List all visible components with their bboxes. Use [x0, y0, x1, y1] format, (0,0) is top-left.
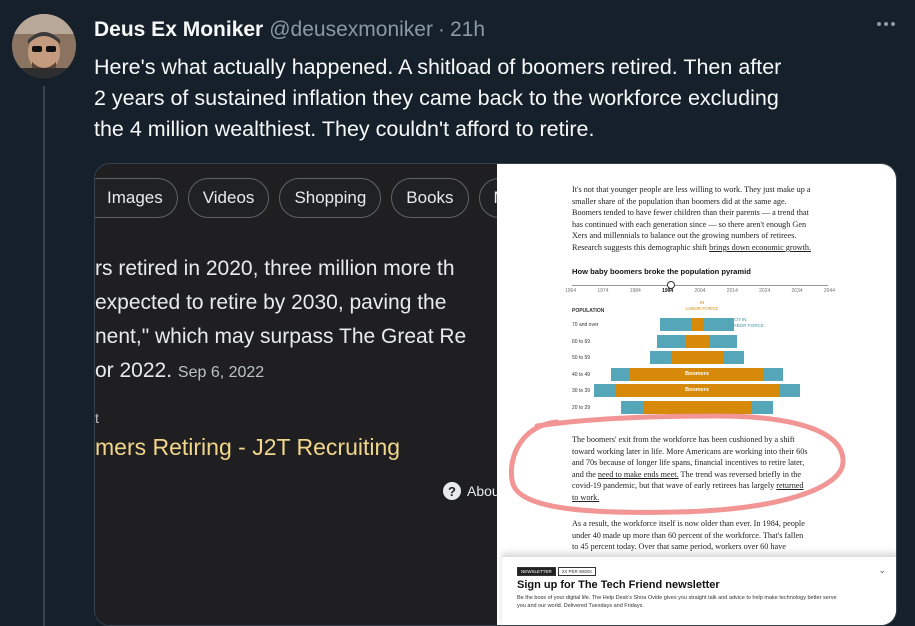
- chip-books[interactable]: Books: [391, 178, 469, 218]
- newsletter-description: Be the boss of your digital life. The He…: [517, 595, 877, 610]
- search-snippet: rs retired in 2020, three million more t…: [95, 252, 497, 390]
- about-label: Abou: [467, 483, 497, 499]
- chevron-down-icon[interactable]: ⌄: [878, 565, 886, 576]
- snippet-date: Sep 6, 2022: [177, 364, 265, 381]
- tweet-text-line: 2 years of sustained inflation they came…: [94, 86, 779, 110]
- newsletter-desc-line: Be the boss of your digital life. The He…: [517, 595, 837, 601]
- newsletter-banner[interactable]: NEWSLETTER 2X PER WEEK Sign up for The T…: [502, 556, 896, 625]
- more-dot-icon: [877, 22, 881, 26]
- snippet-line: or 2022.: [95, 359, 173, 382]
- chip-images[interactable]: Images: [95, 178, 178, 218]
- more-options-button[interactable]: [877, 22, 895, 26]
- snippet-line: expected to retire by 2030, paving the: [95, 291, 447, 314]
- timestamp[interactable]: 21h: [450, 18, 485, 42]
- chip-videos[interactable]: Videos: [187, 178, 270, 218]
- chip-maps[interactable]: Ma: [478, 178, 497, 218]
- snippet-line: nent," which may surpass The Great Re: [95, 325, 467, 348]
- newsletter-title[interactable]: Sign up for The Tech Friend newsletter: [517, 579, 720, 591]
- tweet-text-line: Here's what actually happened. A shitloa…: [94, 55, 782, 79]
- tweet-media[interactable]: Images Videos Shopping Books Ma rs retir…: [94, 163, 897, 626]
- snippet-line: rs retired in 2020, three million more t…: [95, 257, 455, 280]
- chip-shopping[interactable]: Shopping: [279, 178, 382, 218]
- frequency-badge: 2X PER WEEK: [557, 567, 597, 576]
- article-screenshot[interactable]: It's not that younger people are less wi…: [497, 164, 896, 625]
- result-source: t: [95, 410, 99, 426]
- author-handle[interactable]: @deusexmoniker: [269, 18, 433, 42]
- avatar-image: [12, 14, 76, 78]
- newsletter-badges: NEWSLETTER 2X PER WEEK: [517, 567, 597, 576]
- tweet-text-line: the 4 million wealthiest. They couldn't …: [94, 117, 595, 141]
- result-link[interactable]: mers Retiring - J2T Recruiting: [95, 434, 400, 461]
- more-dot-icon: [884, 22, 888, 26]
- about-result-button[interactable]: ? Abou: [443, 482, 497, 500]
- more-dot-icon: [891, 22, 895, 26]
- search-filter-chips: Images Videos Shopping Books Ma: [95, 178, 497, 218]
- newsletter-badge: NEWSLETTER: [517, 567, 556, 576]
- avatar[interactable]: [12, 14, 76, 78]
- thread-line: [43, 86, 45, 626]
- tweet-header: Deus Ex Moniker @deusexmoniker · 21h: [94, 18, 485, 42]
- question-icon: ?: [443, 482, 461, 500]
- newsletter-desc-line: you and our world. Delivered Tuesdays an…: [517, 602, 644, 609]
- separator-dot: ·: [437, 18, 445, 41]
- author-name[interactable]: Deus Ex Moniker: [94, 18, 263, 42]
- search-screenshot[interactable]: Images Videos Shopping Books Ma rs retir…: [95, 164, 497, 625]
- tweet-text: Here's what actually happened. A shitloa…: [94, 52, 904, 145]
